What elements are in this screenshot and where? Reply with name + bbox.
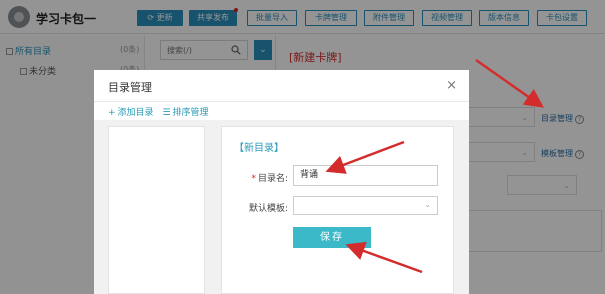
required-asterisk: * xyxy=(251,174,256,184)
dialog-body: 【新目录】 * 目录名: 背诵 默认模板: ⌄ 保存 xyxy=(94,120,469,294)
plus-icon: + xyxy=(108,108,116,118)
name-field-label: * 目录名: xyxy=(228,171,288,184)
list-sort-icon: ☰ xyxy=(162,108,171,118)
name-label-text: 目录名: xyxy=(257,174,288,184)
dialog-title: 目录管理 xyxy=(108,81,152,94)
default-template-select[interactable]: ⌄ xyxy=(293,196,438,215)
template-field-label: 默认模板: xyxy=(248,204,288,214)
close-icon[interactable]: × xyxy=(446,78,457,93)
directory-name-input[interactable]: 背诵 xyxy=(293,165,438,186)
sort-manage-button[interactable]: ☰ 排序管理 xyxy=(162,105,208,118)
form-heading: 【新目录】 xyxy=(234,143,284,154)
save-button[interactable]: 保存 xyxy=(293,227,371,248)
new-directory-form: 【新目录】 * 目录名: 背诵 默认模板: ⌄ 保存 xyxy=(221,126,454,294)
directory-manage-dialog: 目录管理 × + 添加目录 ☰ 排序管理 【新目录】 * 目录名: 背诵 默认模板: … xyxy=(94,70,469,294)
add-directory-label: 添加目录 xyxy=(117,108,154,118)
dialog-header: 目录管理 × xyxy=(94,70,469,102)
chevron-down-icon: ⌄ xyxy=(424,200,431,209)
directory-list[interactable] xyxy=(108,126,205,294)
add-directory-button[interactable]: + 添加目录 xyxy=(108,105,154,118)
dialog-toolbar: + 添加目录 ☰ 排序管理 xyxy=(108,105,215,118)
sort-manage-label: 排序管理 xyxy=(172,108,209,118)
